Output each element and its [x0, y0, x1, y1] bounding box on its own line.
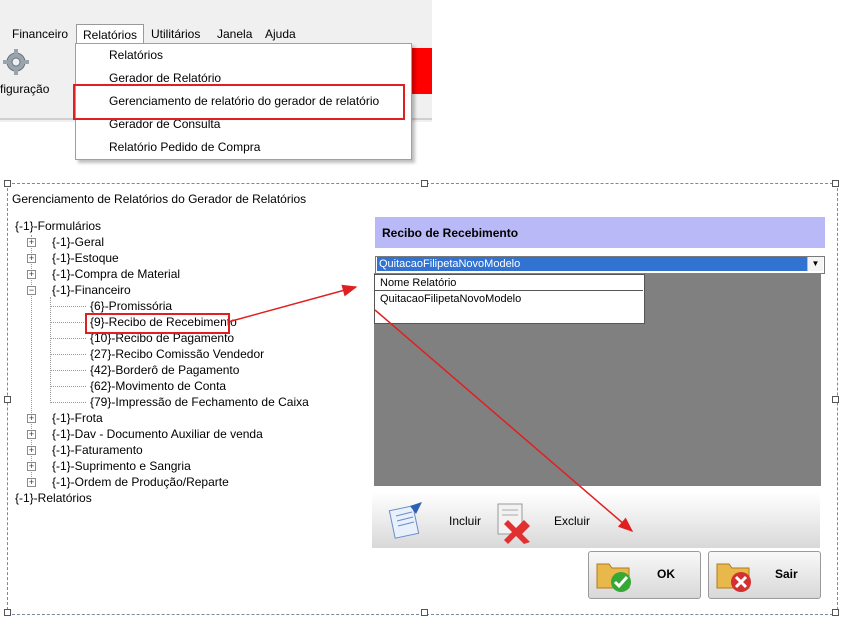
tree-leaf[interactable]: {27}-Recibo Comissão Vendedor — [90, 346, 264, 362]
tree-guide-line — [50, 338, 86, 339]
report-grid[interactable]: Nome Relatório QuitacaoFilipetaNovoModel… — [374, 274, 645, 324]
resize-handle[interactable] — [4, 396, 11, 403]
menu-financeiro[interactable]: Financeiro — [6, 24, 74, 44]
resize-handle[interactable] — [4, 180, 11, 187]
tree-leaf[interactable]: {6}-Promissória — [90, 298, 172, 314]
config-button-label[interactable]: figuração — [0, 82, 49, 96]
expand-icon[interactable]: + — [27, 446, 36, 455]
expand-icon[interactable]: + — [27, 414, 36, 423]
delete-document-icon[interactable] — [492, 500, 536, 544]
tree-node[interactable]: {-1}-Ordem de Produção/Reparte — [52, 474, 229, 490]
folder-check-icon — [596, 563, 631, 592]
action-bar — [372, 492, 820, 548]
resize-handle[interactable] — [421, 609, 428, 616]
tree-guide-line — [50, 306, 86, 307]
menu-utilitarios[interactable]: Utilitários — [145, 24, 206, 44]
tree-leaf[interactable]: {42}-Borderô de Pagamento — [90, 362, 239, 378]
expand-icon[interactable]: + — [27, 270, 36, 279]
resize-handle[interactable] — [832, 396, 839, 403]
menu-item-relatorios[interactable]: Relatórios — [109, 44, 163, 66]
grid-row[interactable]: QuitacaoFilipetaNovoModelo — [380, 291, 521, 307]
menubar: Financeiro Relatórios Utilitários Janela… — [0, 24, 432, 44]
gear-icon[interactable] — [2, 48, 30, 76]
tree-node[interactable]: {-1}-Geral — [52, 234, 104, 250]
exclude-label[interactable]: Excluir — [554, 514, 590, 528]
tree-leaf[interactable]: {79}-Impressão de Fechamento de Caixa — [90, 394, 309, 410]
collapse-icon[interactable]: − — [27, 286, 36, 295]
resize-handle[interactable] — [832, 609, 839, 616]
resize-handle[interactable] — [4, 609, 11, 616]
include-label[interactable]: Incluir — [449, 514, 481, 528]
tree-node-formularios[interactable]: {-1}-Formulários — [15, 218, 101, 234]
tree-node-relatorios[interactable]: {-1}-Relatórios — [15, 490, 92, 506]
resize-handle[interactable] — [832, 180, 839, 187]
tree-highlight-box — [85, 313, 230, 334]
tree-guide-line — [50, 354, 86, 355]
report-combo-value[interactable]: QuitacaoFilipetaNovoModelo — [377, 257, 809, 271]
menu-janela[interactable]: Janela — [211, 24, 258, 44]
tree-guide-line — [50, 370, 86, 371]
tree-node[interactable]: {-1}-Dav - Documento Auxiliar de venda — [52, 426, 263, 442]
tree-leaf[interactable]: {62}-Movimento de Conta — [90, 378, 226, 394]
panel-title: Recibo de Recebimento — [382, 226, 519, 240]
menu-highlight-box — [73, 84, 405, 120]
expand-icon[interactable]: + — [27, 478, 36, 487]
expand-icon[interactable]: + — [27, 462, 36, 471]
tree-guide-line — [50, 386, 86, 387]
ok-button-label: OK — [657, 567, 675, 581]
menu-relatorios[interactable]: Relatórios — [76, 24, 145, 44]
grid-header: Nome Relatório — [380, 277, 457, 289]
toolbar-red-block — [410, 48, 432, 94]
resize-handle[interactable] — [421, 180, 428, 187]
tree-node[interactable]: {-1}-Suprimento e Sangria — [52, 458, 191, 474]
exit-button[interactable]: Sair — [708, 551, 821, 599]
window-title: Gerenciamento de Relatórios do Gerador d… — [12, 192, 307, 206]
ok-button[interactable]: OK — [588, 551, 701, 599]
grid-divider — [375, 290, 643, 291]
add-document-icon[interactable] — [384, 500, 426, 542]
expand-icon[interactable]: + — [27, 430, 36, 439]
folder-close-icon — [716, 563, 751, 592]
tree-node[interactable]: {-1}-Estoque — [52, 250, 119, 266]
tree-node[interactable]: {-1}-Frota — [52, 410, 103, 426]
tree-node[interactable]: {-1}-Faturamento — [52, 442, 143, 458]
chevron-down-icon[interactable]: ▼ — [807, 257, 823, 271]
tree-node[interactable]: {-1}-Compra de Material — [52, 266, 180, 282]
exit-button-label: Sair — [775, 567, 798, 581]
tree-guide-line — [50, 402, 86, 403]
tree-node-financeiro[interactable]: {-1}-Financeiro — [52, 282, 131, 298]
menu-item-pedido-compra[interactable]: Relatório Pedido de Compra — [109, 136, 260, 158]
expand-icon[interactable]: + — [27, 254, 36, 263]
expand-icon[interactable]: + — [27, 238, 36, 247]
menu-ajuda[interactable]: Ajuda — [259, 24, 302, 44]
tree-guide-line — [50, 322, 86, 323]
